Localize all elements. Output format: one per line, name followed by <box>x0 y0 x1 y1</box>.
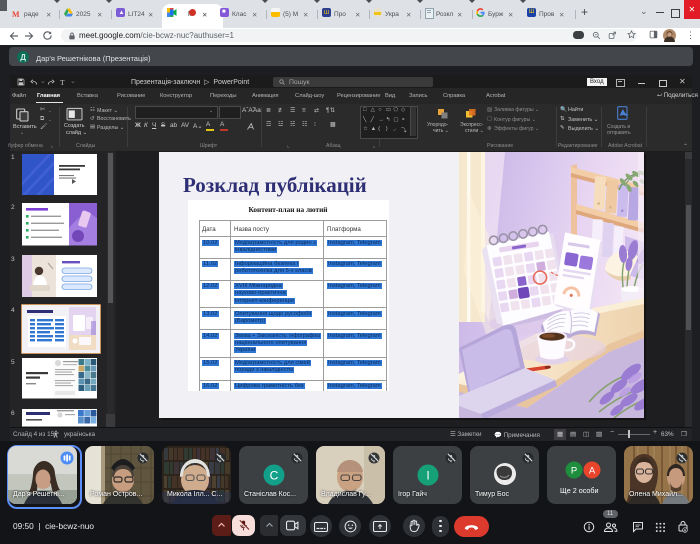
svg-text:А: А <box>589 466 596 477</box>
svg-text:І: І <box>426 468 429 482</box>
svg-text:С: С <box>270 468 279 482</box>
svg-text:Р: Р <box>571 466 577 477</box>
